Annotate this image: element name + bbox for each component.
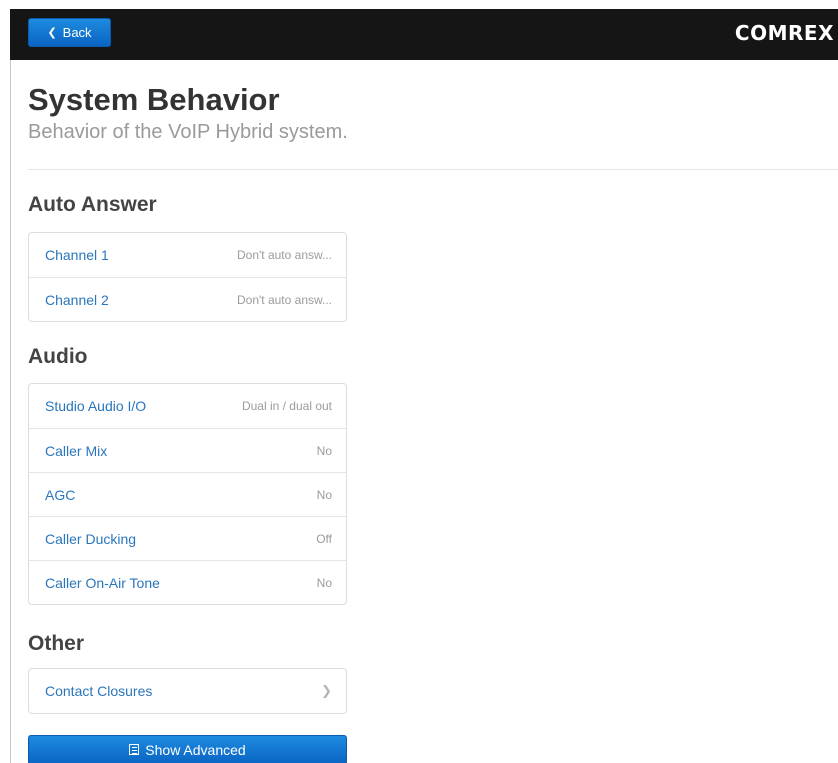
item-value: Dual in / dual out: [241, 399, 332, 413]
list-item-channel-2[interactable]: Channel 2 Don't auto answ...: [29, 277, 346, 321]
header-divider: [28, 169, 838, 170]
auto-answer-group: Channel 1 Don't auto answ... Channel 2 D…: [28, 232, 347, 322]
list-item-studio-audio-io[interactable]: Studio Audio I/O Dual in / dual out: [29, 384, 346, 428]
item-label: Channel 2: [45, 291, 109, 308]
audio-group: Studio Audio I/O Dual in / dual out Call…: [28, 383, 347, 605]
top-strip: [0, 0, 838, 9]
navbar: ❮ Back COMREX: [10, 9, 838, 60]
list-item-caller-mix[interactable]: Caller Mix No: [29, 428, 346, 472]
item-value: No: [316, 575, 332, 590]
left-border: [10, 60, 11, 763]
list-icon: [129, 744, 140, 755]
page-title: System Behavior: [28, 82, 280, 117]
item-label: AGC: [45, 486, 76, 503]
back-button[interactable]: ❮ Back: [28, 18, 111, 47]
other-group: Contact Closures ❯: [28, 668, 347, 714]
item-value: Don't auto answ...: [236, 292, 332, 307]
page: ❮ Back COMREX System Behavior Behavior o…: [0, 0, 838, 763]
item-value: Off: [316, 531, 332, 546]
item-value: No: [316, 487, 332, 502]
list-item-contact-closures[interactable]: Contact Closures ❯: [29, 669, 346, 713]
back-button-label: Back: [62, 25, 92, 40]
item-label: Caller On-Air Tone: [45, 574, 160, 591]
item-label: Caller Ducking: [45, 530, 137, 547]
chevron-right-icon: ❯: [321, 683, 332, 698]
item-value: No: [316, 443, 332, 458]
comrex-logo: COMREX: [734, 21, 834, 45]
section-heading-other: Other: [28, 632, 85, 655]
item-label: Contact Closures: [45, 683, 153, 699]
list-item-caller-on-air-tone[interactable]: Caller On-Air Tone No: [29, 560, 346, 604]
list-item-caller-ducking[interactable]: Caller Ducking Off: [29, 516, 346, 560]
list-item-channel-1[interactable]: Channel 1 Don't auto answ...: [29, 233, 346, 277]
chevron-left-icon: ❮: [47, 27, 57, 39]
list-item-agc[interactable]: AGC No: [29, 472, 346, 516]
item-label: Studio Audio I/O: [45, 398, 147, 414]
page-subtitle: Behavior of the VoIP Hybrid system.: [28, 121, 348, 143]
item-value: Don't auto answ...: [236, 248, 332, 262]
show-advanced-button[interactable]: Show Advanced: [28, 735, 347, 763]
item-label: Caller Mix: [45, 442, 108, 459]
section-heading-auto-answer: Auto Answer: [28, 193, 157, 216]
item-label: Channel 1: [45, 247, 109, 263]
show-advanced-label: Show Advanced: [145, 742, 246, 758]
section-heading-audio: Audio: [28, 345, 88, 368]
